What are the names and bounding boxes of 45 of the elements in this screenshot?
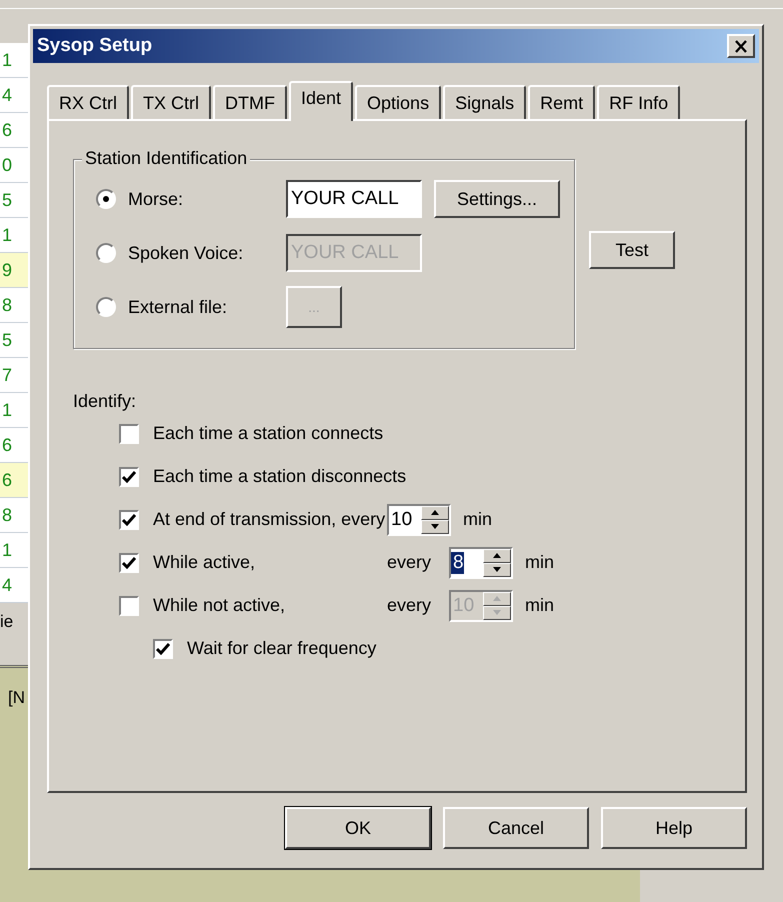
dialog-button[interactable]: Help — [601, 807, 747, 849]
tab-label[interactable]: ie — [0, 612, 14, 632]
dialog-button[interactable]: Cancel — [443, 807, 589, 849]
settings-button[interactable]: Settings... — [434, 180, 560, 218]
checkbox-label[interactable]: At end of transmission, every — [153, 509, 387, 530]
checkbox-label[interactable]: Each time a station disconnects — [153, 466, 406, 487]
unit-label: min — [525, 552, 554, 573]
spin-arrows-icon[interactable] — [421, 506, 449, 534]
spin-value: 10 — [390, 508, 414, 532]
checkbox-label[interactable]: Wait for clear frequency — [187, 638, 421, 659]
window-title: Sysop Setup — [37, 35, 152, 57]
tab[interactable]: Options — [355, 85, 442, 119]
list-cell: 9 — [0, 253, 30, 288]
checkbox[interactable] — [153, 638, 173, 658]
unit-label: min — [463, 509, 492, 530]
spin-arrows-icon[interactable] — [483, 548, 512, 576]
tab[interactable]: DTMF — [213, 85, 287, 119]
every-label: every — [387, 552, 432, 573]
close-button[interactable] — [727, 34, 755, 58]
spin-box[interactable]: 8 — [449, 546, 514, 578]
radio-label[interactable]: Morse: — [128, 188, 286, 210]
checkbox[interactable] — [119, 552, 139, 572]
checkbox[interactable] — [119, 510, 139, 530]
tab[interactable]: RX Ctrl — [47, 85, 129, 119]
test-button[interactable]: Test — [589, 231, 675, 269]
checkbox[interactable] — [119, 466, 139, 486]
text-field[interactable]: YOUR CALL — [286, 180, 422, 218]
tab[interactable]: Remt — [528, 85, 596, 119]
checkbox-label[interactable]: Each time a station connects — [153, 423, 384, 444]
spin-box[interactable]: 10 — [387, 504, 451, 536]
list-cell: 6 — [0, 463, 30, 498]
every-label: every — [387, 595, 432, 616]
checkbox-label[interactable]: While active, — [153, 552, 387, 573]
checkbox[interactable] — [119, 424, 139, 444]
spin-value: 8 — [451, 552, 464, 574]
tab[interactable]: RF Info — [597, 85, 680, 119]
log-text: [N — [8, 688, 25, 708]
radio-button[interactable] — [96, 189, 116, 209]
tab[interactable]: TX Ctrl — [131, 85, 211, 119]
tab[interactable]: Signals — [443, 85, 526, 119]
unit-label: min — [525, 595, 554, 616]
close-icon — [734, 40, 748, 52]
dialog-button[interactable]: OK — [285, 807, 431, 849]
section-label: Identify: — [73, 391, 138, 412]
tab[interactable]: Ident — [288, 81, 354, 121]
